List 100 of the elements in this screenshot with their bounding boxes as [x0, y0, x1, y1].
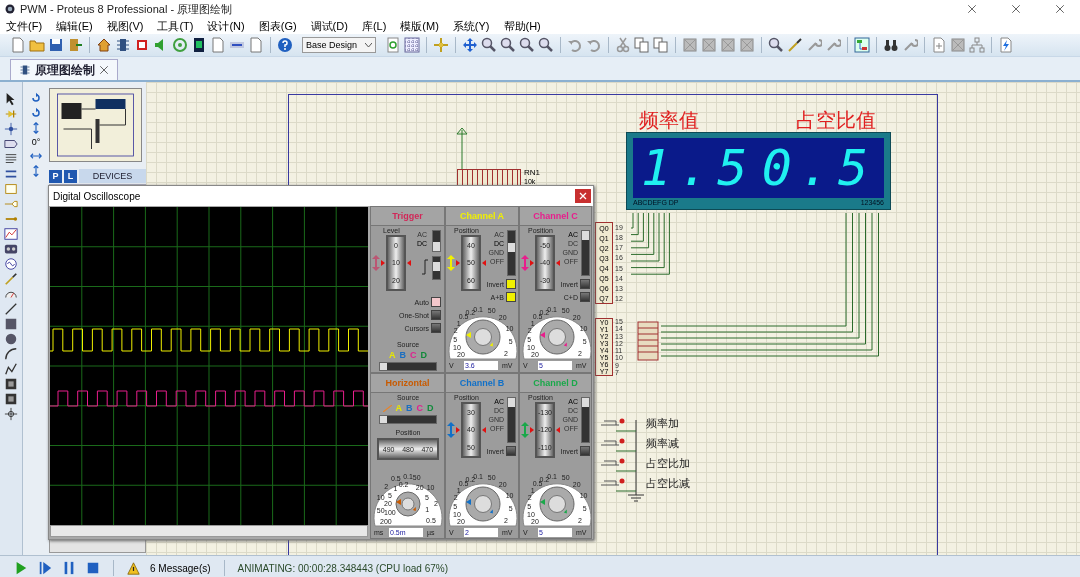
copy-icon[interactable] [634, 37, 650, 53]
block-icon[interactable] [682, 37, 698, 53]
document-tab[interactable]: 原理图绘制 [10, 59, 118, 80]
home-icon[interactable] [96, 37, 112, 53]
warning-icon[interactable] [127, 561, 140, 575]
probe-icon[interactable] [787, 37, 803, 53]
menu-item[interactable]: 帮助(H) [503, 18, 541, 34]
stop-icon[interactable] [86, 561, 100, 575]
refresh-icon[interactable] [385, 37, 401, 53]
zoom-icon[interactable] [768, 37, 784, 53]
generator-icon[interactable] [4, 257, 18, 271]
step-icon[interactable] [38, 561, 52, 575]
square-icon[interactable] [4, 317, 18, 331]
new-sheet-icon[interactable] [931, 37, 947, 53]
menu-item[interactable]: 系统(Y) [452, 18, 490, 34]
knob-drawing[interactable] [395, 491, 421, 517]
junction-icon[interactable] [4, 122, 18, 136]
line-icon[interactable] [4, 302, 18, 316]
toggle-button[interactable] [431, 310, 441, 320]
slider-thumb[interactable] [582, 398, 589, 407]
block-icon[interactable] [720, 37, 736, 53]
component-icon[interactable] [115, 37, 131, 53]
path-icon[interactable] [4, 362, 18, 376]
close-icon[interactable] [99, 65, 109, 75]
symbol-icon[interactable] [4, 392, 18, 406]
pause-icon[interactable] [62, 561, 76, 575]
graph-icon[interactable] [4, 227, 18, 241]
toggle-button[interactable] [580, 446, 590, 456]
design-dropdown[interactable]: Base Design [302, 37, 376, 53]
picker-button[interactable]: P [49, 169, 62, 183]
circle-icon[interactable] [4, 332, 18, 346]
chip-icon[interactable] [134, 37, 150, 53]
zoom-out-icon[interactable] [500, 37, 516, 53]
tape-icon[interactable] [4, 242, 18, 256]
menu-item[interactable]: 库(L) [361, 18, 387, 34]
toggle-button[interactable] [506, 279, 516, 289]
arc-icon[interactable] [4, 347, 18, 361]
slider-thumb[interactable] [508, 242, 515, 252]
zoom-icon[interactable] [519, 37, 535, 53]
flip-icon[interactable] [30, 165, 42, 177]
marker-icon[interactable] [4, 407, 18, 421]
folder-icon[interactable] [29, 37, 45, 53]
slider-thumb[interactable] [380, 416, 387, 423]
slider-thumb[interactable] [433, 262, 440, 271]
text-lines-icon[interactable] [4, 152, 18, 166]
new-file-icon[interactable] [10, 37, 26, 53]
knob-drawing[interactable] [539, 319, 575, 355]
netlist-icon[interactable] [854, 37, 870, 53]
door-icon[interactable] [67, 37, 83, 53]
menu-item[interactable]: 文件(F) [6, 18, 43, 34]
block-icon[interactable] [739, 37, 755, 53]
help-icon[interactable] [277, 37, 293, 53]
rotate-icon[interactable] [30, 107, 42, 119]
knob-drawing[interactable] [465, 486, 501, 522]
lightning-icon[interactable] [998, 37, 1014, 53]
document-icon[interactable] [248, 37, 264, 53]
overview-preview[interactable] [49, 88, 142, 162]
cut-icon[interactable] [615, 37, 631, 53]
probe-icon[interactable] [4, 272, 18, 286]
redo-icon[interactable] [586, 37, 602, 53]
toggle-button[interactable] [506, 446, 516, 456]
flip-icon[interactable] [30, 150, 42, 162]
zoom-in-icon[interactable] [481, 37, 497, 53]
undo-icon[interactable] [567, 37, 583, 53]
menu-item[interactable]: 编辑(E) [56, 18, 93, 34]
block-icon[interactable] [701, 37, 717, 53]
zoom-icon[interactable] [538, 37, 554, 53]
play-icon[interactable] [14, 561, 28, 575]
toggle-button[interactable] [580, 279, 590, 289]
box-icon[interactable] [4, 182, 18, 196]
tag-icon[interactable] [4, 137, 18, 151]
wrench-icon[interactable] [825, 37, 841, 53]
menu-item[interactable]: 调试(D) [310, 18, 348, 34]
rotate-icon[interactable] [30, 92, 42, 104]
slider-thumb[interactable] [433, 242, 440, 251]
binoculars-icon[interactable] [883, 37, 899, 53]
menu-item[interactable]: 图表(G) [258, 18, 297, 34]
picker-button[interactable]: L [64, 169, 77, 183]
save-icon[interactable] [48, 37, 64, 53]
slider-thumb[interactable] [508, 398, 515, 407]
knob-drawing[interactable] [539, 486, 575, 522]
toggle-button[interactable] [506, 292, 516, 302]
scrollbar[interactable] [50, 525, 368, 537]
rotation-value[interactable]: 0° [31, 137, 41, 147]
grid-icon[interactable] [404, 37, 420, 53]
symbol-icon[interactable] [4, 377, 18, 391]
message-count[interactable]: 6 Message(s) [150, 562, 211, 574]
toggle-button[interactable] [431, 323, 441, 333]
menu-item[interactable]: 视图(V) [106, 18, 144, 34]
block-icon[interactable] [950, 37, 966, 53]
menu-item[interactable]: 模版(M) [400, 18, 439, 34]
close-button[interactable] [575, 189, 591, 203]
toggle-button[interactable] [431, 297, 441, 307]
toggle-button[interactable] [580, 292, 590, 302]
flip-icon[interactable] [30, 122, 42, 134]
menu-item[interactable]: 设计(N) [207, 18, 245, 34]
knob-drawing[interactable] [465, 319, 501, 355]
close-icon[interactable] [1055, 4, 1065, 14]
slider-thumb[interactable] [380, 363, 387, 370]
paste-icon[interactable] [653, 37, 669, 53]
